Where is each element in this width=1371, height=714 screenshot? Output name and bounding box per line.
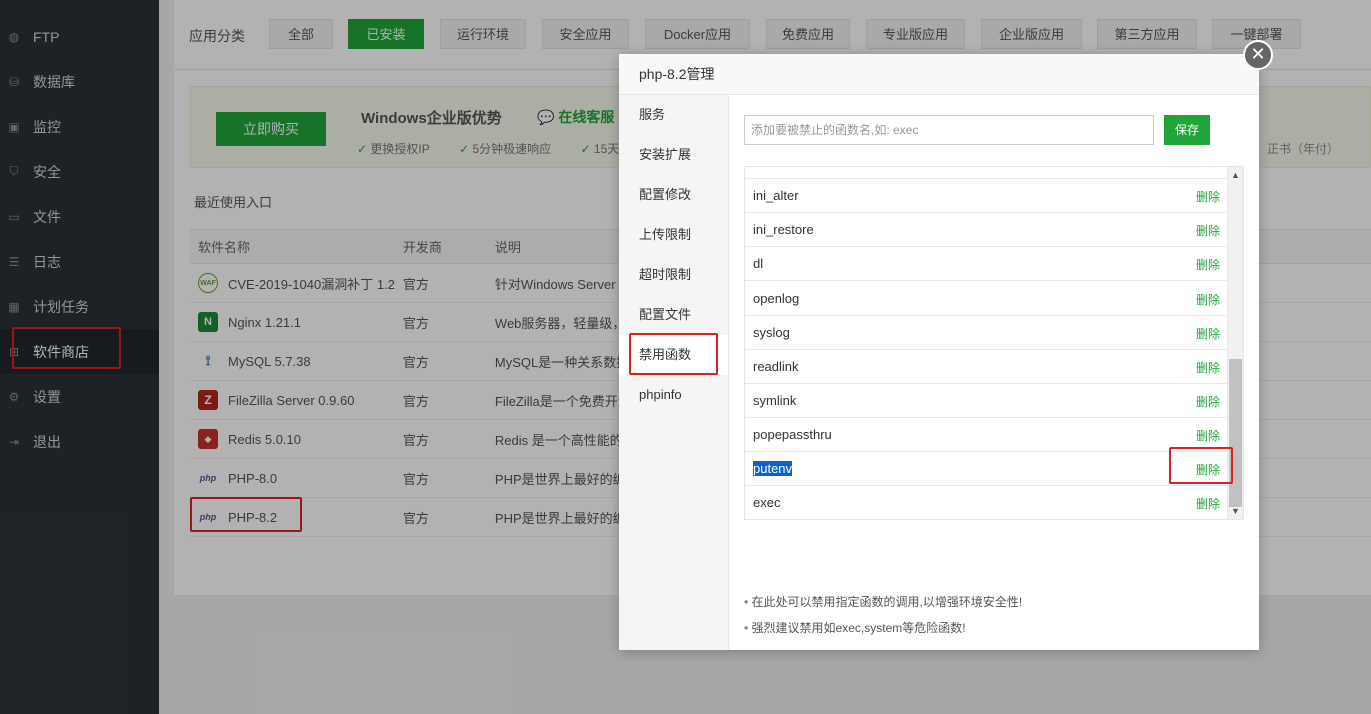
menu-item-config-edit[interactable]: 配置修改: [619, 175, 728, 215]
function-name: symlink: [753, 393, 797, 408]
delete-button[interactable]: 删除: [1196, 222, 1220, 239]
delete-button[interactable]: 删除: [1196, 359, 1220, 376]
function-name: exec: [753, 495, 781, 510]
function-name: syslog: [753, 325, 790, 340]
tips-list: 在此处可以禁用指定函数的调用,以增强环境安全性! 强烈建议禁用如exec,sys…: [744, 592, 1023, 644]
function-name: popepassthru: [753, 427, 832, 442]
tip-item: 在此处可以禁用指定函数的调用,以增强环境安全性!: [744, 592, 1023, 618]
list-item: readlink 删除: [745, 350, 1228, 384]
delete-button[interactable]: 删除: [1196, 495, 1220, 512]
list-item: exec 删除: [745, 486, 1228, 519]
delete-button[interactable]: 删除: [1196, 291, 1220, 308]
menu-item-upload-limit[interactable]: 上传限制: [619, 215, 728, 255]
list-item: symlink 删除: [745, 384, 1228, 418]
save-button[interactable]: 保存: [1164, 115, 1210, 145]
delete-button[interactable]: 删除: [1196, 325, 1220, 342]
delete-button[interactable]: 删除: [1196, 393, 1220, 410]
list-item: ini_restore 删除: [745, 213, 1228, 247]
delete-button[interactable]: 删除: [1196, 188, 1220, 205]
scroll-down-icon[interactable]: ▼: [1228, 503, 1243, 519]
scroll-thumb[interactable]: [1229, 359, 1242, 507]
function-name: openlog: [753, 291, 800, 306]
dialog-title: php-8.2管理: [619, 54, 1259, 95]
scroll-up-icon[interactable]: ▲: [1228, 167, 1243, 183]
menu-item-extensions[interactable]: 安装扩展: [619, 135, 728, 175]
close-icon[interactable]: ✕: [1243, 40, 1273, 70]
menu-item-config-file[interactable]: 配置文件: [619, 295, 728, 335]
list-item: syslog 删除: [745, 316, 1228, 350]
function-name: readlink: [753, 359, 799, 374]
list-item: openlog 删除: [745, 282, 1228, 316]
list-item: [745, 167, 1228, 179]
list-item: popepassthru 删除: [745, 418, 1228, 452]
function-name: dl: [753, 256, 764, 271]
highlight-box: [1169, 447, 1233, 484]
list-item: putenv 删除: [745, 452, 1228, 486]
delete-button[interactable]: 删除: [1196, 427, 1220, 444]
highlight-box: [629, 333, 718, 375]
menu-item-phpinfo[interactable]: phpinfo: [619, 375, 728, 415]
function-name: ini_restore: [753, 222, 814, 237]
menu-item-timeout-limit[interactable]: 超时限制: [619, 255, 728, 295]
function-name: ini_alter: [753, 188, 799, 203]
function-name-input[interactable]: [744, 115, 1154, 145]
list-item: dl 删除: [745, 247, 1228, 281]
list-item: ini_alter 删除: [745, 179, 1228, 213]
function-name-selected: putenv: [753, 461, 793, 476]
delete-button[interactable]: 删除: [1196, 256, 1220, 273]
tip-item: 强烈建议禁用如exec,system等危险函数!: [744, 618, 1022, 644]
menu-item-service[interactable]: 服务: [619, 95, 728, 135]
